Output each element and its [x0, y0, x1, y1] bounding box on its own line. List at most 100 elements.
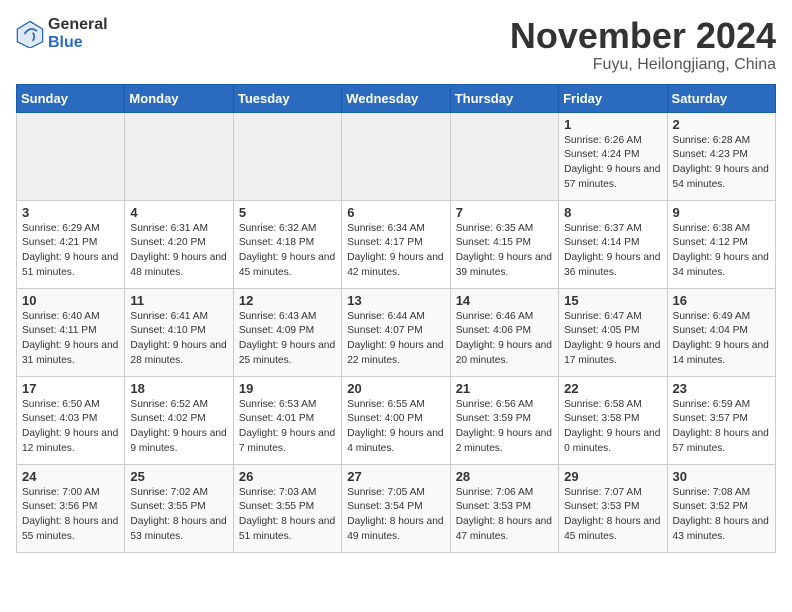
day-cell: 12Sunrise: 6:43 AMSunset: 4:09 PMDayligh…: [233, 288, 341, 376]
day-number: 30: [673, 469, 770, 484]
day-cell: 27 Sunrise: 7:05 AMSunset: 3:54 PMDayligh…: [342, 464, 450, 552]
day-cell: [125, 112, 233, 200]
day-cell: [450, 112, 558, 200]
day-info: Sunrise: 6:55 AMSunset: 4:00 PMDaylight:…: [347, 398, 444, 457]
day-number: 28: [456, 469, 553, 484]
day-info: Sunrise: 7:03 AMSunset: 3:55 PMDaylight:…: [239, 486, 336, 545]
day-number: 23: [673, 381, 770, 396]
col-thursday: Thursday: [450, 84, 558, 112]
week-row-5: 24 Sunrise: 7:00 AMSunset: 3:56 PMDayligh…: [17, 464, 776, 552]
day-number: 1: [564, 117, 661, 132]
day-cell: 8Sunrise: 6:37 AMSunset: 4:14 PMDaylight…: [559, 200, 667, 288]
day-number: 3: [22, 205, 119, 220]
day-cell: 28 Sunrise: 7:06 AMSunset: 3:53 PMDayligh…: [450, 464, 558, 552]
day-info: Sunrise: 6:28 AMSunset: 4:23 PMDaylight:…: [673, 134, 770, 193]
day-info: Sunrise: 7:08 AMSunset: 3:52 PMDaylight:…: [673, 486, 770, 545]
day-info: Sunrise: 6:38 AMSunset: 4:12 PMDaylight:…: [673, 222, 770, 281]
day-cell: 2 Sunrise: 6:28 AMSunset: 4:23 PMDaylight…: [667, 112, 775, 200]
logo: General Blue: [16, 16, 108, 51]
day-cell: 15Sunrise: 6:47 AMSunset: 4:05 PMDayligh…: [559, 288, 667, 376]
day-cell: 13 Sunrise: 6:44 AMSunset: 4:07 PMDayligh…: [342, 288, 450, 376]
day-number: 10: [22, 293, 119, 308]
day-number: 18: [130, 381, 227, 396]
day-number: 11: [130, 293, 227, 308]
day-number: 4: [130, 205, 227, 220]
logo-blue-text: Blue: [48, 34, 108, 52]
day-info: Sunrise: 6:58 AMSunset: 3:58 PMDaylight:…: [564, 398, 661, 457]
day-number: 21: [456, 381, 553, 396]
day-number: 29: [564, 469, 661, 484]
col-tuesday: Tuesday: [233, 84, 341, 112]
day-info: Sunrise: 6:41 AMSunset: 4:10 PMDaylight:…: [130, 310, 227, 369]
week-row-4: 17Sunrise: 6:50 AMSunset: 4:03 PMDayligh…: [17, 376, 776, 464]
day-number: 26: [239, 469, 336, 484]
day-number: 25: [130, 469, 227, 484]
day-info: Sunrise: 6:34 AMSunset: 4:17 PMDaylight:…: [347, 222, 444, 281]
day-cell: [233, 112, 341, 200]
location-subtitle: Fuyu, Heilongjiang, China: [510, 56, 776, 74]
logo-text: General Blue: [48, 16, 108, 51]
header: General Blue November 2024 Fuyu, Heilong…: [16, 16, 776, 74]
day-cell: 9 Sunrise: 6:38 AMSunset: 4:12 PMDaylight…: [667, 200, 775, 288]
day-number: 5: [239, 205, 336, 220]
day-info: Sunrise: 6:47 AMSunset: 4:05 PMDaylight:…: [564, 310, 661, 369]
day-cell: 22Sunrise: 6:58 AMSunset: 3:58 PMDayligh…: [559, 376, 667, 464]
day-info: Sunrise: 6:26 AMSunset: 4:24 PMDaylight:…: [564, 134, 661, 193]
col-monday: Monday: [125, 84, 233, 112]
day-info: Sunrise: 6:32 AMSunset: 4:18 PMDaylight:…: [239, 222, 336, 281]
day-number: 19: [239, 381, 336, 396]
day-cell: 5 Sunrise: 6:32 AMSunset: 4:18 PMDaylight…: [233, 200, 341, 288]
day-cell: 21 Sunrise: 6:56 AMSunset: 3:59 PMDayligh…: [450, 376, 558, 464]
day-info: Sunrise: 6:37 AMSunset: 4:14 PMDaylight:…: [564, 222, 661, 281]
day-info: Sunrise: 6:59 AMSunset: 3:57 PMDaylight:…: [673, 398, 770, 457]
day-info: Sunrise: 6:35 AMSunset: 4:15 PMDaylight:…: [456, 222, 553, 281]
day-cell: 14 Sunrise: 6:46 AMSunset: 4:06 PMDayligh…: [450, 288, 558, 376]
day-info: Sunrise: 6:50 AMSunset: 4:03 PMDaylight:…: [22, 398, 119, 457]
day-cell: [17, 112, 125, 200]
day-cell: 18 Sunrise: 6:52 AMSunset: 4:02 PMDayligh…: [125, 376, 233, 464]
day-cell: 4Sunrise: 6:31 AMSunset: 4:20 PMDaylight…: [125, 200, 233, 288]
col-saturday: Saturday: [667, 84, 775, 112]
day-info: Sunrise: 7:05 AMSunset: 3:54 PMDaylight:…: [347, 486, 444, 545]
day-info: Sunrise: 7:06 AMSunset: 3:53 PMDaylight:…: [456, 486, 553, 545]
day-number: 27: [347, 469, 444, 484]
day-info: Sunrise: 6:52 AMSunset: 4:02 PMDaylight:…: [130, 398, 227, 457]
col-sunday: Sunday: [17, 84, 125, 112]
day-number: 13: [347, 293, 444, 308]
day-cell: [342, 112, 450, 200]
day-number: 24: [22, 469, 119, 484]
calendar-header: Sunday Monday Tuesday Wednesday Thursday…: [17, 84, 776, 112]
col-wednesday: Wednesday: [342, 84, 450, 112]
week-row-2: 3 Sunrise: 6:29 AMSunset: 4:21 PMDaylight…: [17, 200, 776, 288]
day-info: Sunrise: 6:29 AMSunset: 4:21 PMDaylight:…: [22, 222, 119, 281]
day-info: Sunrise: 7:02 AMSunset: 3:55 PMDaylight:…: [130, 486, 227, 545]
day-number: 2: [673, 117, 770, 132]
logo-icon: [16, 20, 44, 48]
week-row-1: 1 Sunrise: 6:26 AMSunset: 4:24 PMDaylight…: [17, 112, 776, 200]
day-number: 9: [673, 205, 770, 220]
day-cell: 10Sunrise: 6:40 AMSunset: 4:11 PMDayligh…: [17, 288, 125, 376]
day-cell: 17Sunrise: 6:50 AMSunset: 4:03 PMDayligh…: [17, 376, 125, 464]
day-info: Sunrise: 6:44 AMSunset: 4:07 PMDaylight:…: [347, 310, 444, 369]
day-cell: 7Sunrise: 6:35 AMSunset: 4:15 PMDaylight…: [450, 200, 558, 288]
day-cell: 26 Sunrise: 7:03 AMSunset: 3:55 PMDayligh…: [233, 464, 341, 552]
day-cell: 1 Sunrise: 6:26 AMSunset: 4:24 PMDaylight…: [559, 112, 667, 200]
day-info: Sunrise: 7:00 AMSunset: 3:56 PMDaylight:…: [22, 486, 119, 545]
day-cell: 16Sunrise: 6:49 AMSunset: 4:04 PMDayligh…: [667, 288, 775, 376]
day-cell: 19Sunrise: 6:53 AMSunset: 4:01 PMDayligh…: [233, 376, 341, 464]
day-info: Sunrise: 6:46 AMSunset: 4:06 PMDaylight:…: [456, 310, 553, 369]
logo-general-text: General: [48, 16, 108, 34]
day-info: Sunrise: 7:07 AMSunset: 3:53 PMDaylight:…: [564, 486, 661, 545]
title-block: November 2024 Fuyu, Heilongjiang, China: [510, 16, 776, 74]
day-info: Sunrise: 6:56 AMSunset: 3:59 PMDaylight:…: [456, 398, 553, 457]
day-cell: 6Sunrise: 6:34 AMSunset: 4:17 PMDaylight…: [342, 200, 450, 288]
calendar-body: 1 Sunrise: 6:26 AMSunset: 4:24 PMDaylight…: [17, 112, 776, 552]
day-cell: 3 Sunrise: 6:29 AMSunset: 4:21 PMDaylight…: [17, 200, 125, 288]
day-info: Sunrise: 6:43 AMSunset: 4:09 PMDaylight:…: [239, 310, 336, 369]
day-number: 20: [347, 381, 444, 396]
month-title: November 2024: [510, 16, 776, 56]
col-friday: Friday: [559, 84, 667, 112]
day-number: 14: [456, 293, 553, 308]
day-info: Sunrise: 6:49 AMSunset: 4:04 PMDaylight:…: [673, 310, 770, 369]
week-row-3: 10Sunrise: 6:40 AMSunset: 4:11 PMDayligh…: [17, 288, 776, 376]
